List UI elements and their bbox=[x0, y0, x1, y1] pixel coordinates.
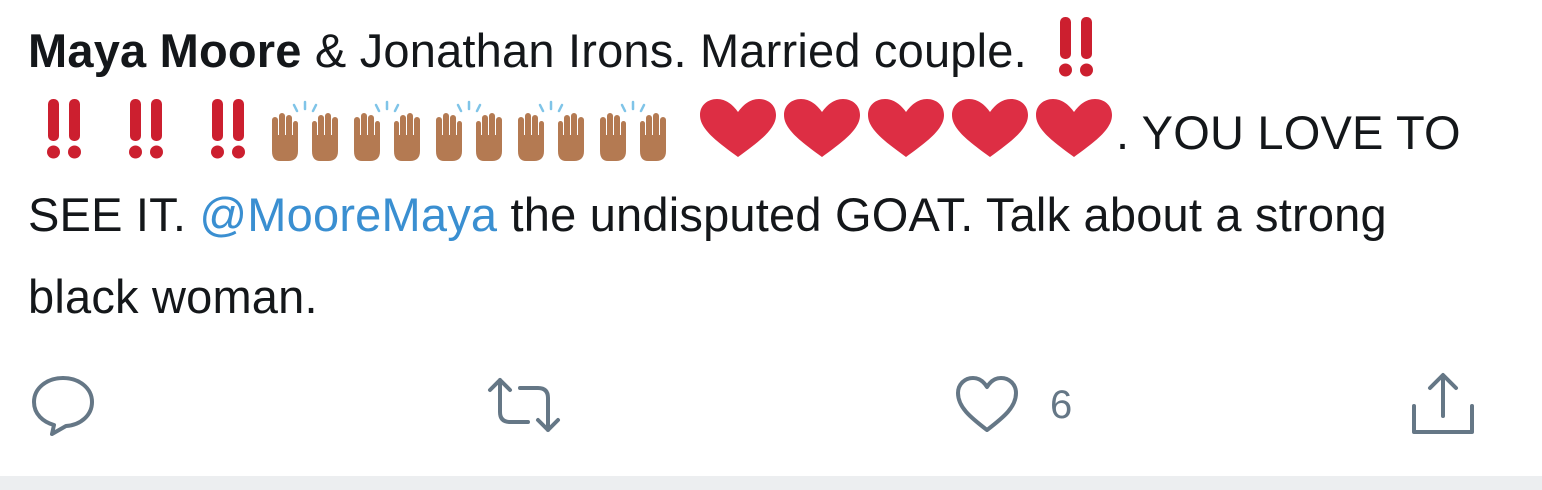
author-name[interactable]: Maya Moore bbox=[28, 24, 302, 77]
tweet: Maya Moore & Jonathan Irons. Married cou… bbox=[0, 0, 1542, 490]
divider bbox=[0, 476, 1542, 490]
heart-outline-icon bbox=[954, 372, 1020, 438]
reply-icon bbox=[30, 372, 96, 438]
tweet-text: Maya Moore & Jonathan Irons. Married cou… bbox=[28, 10, 1508, 338]
raising-hands-icon bbox=[264, 99, 346, 163]
red-heart-icon bbox=[864, 97, 948, 161]
like-button[interactable]: 6 bbox=[954, 370, 1072, 440]
retweet-icon bbox=[484, 372, 564, 438]
raising-hands-icon bbox=[428, 99, 510, 163]
raising-hands-icon bbox=[592, 99, 674, 163]
raising-hands-icon bbox=[510, 99, 592, 163]
mention-link[interactable]: @MooreMaya bbox=[199, 188, 497, 241]
like-count: 6 bbox=[1050, 383, 1073, 427]
red-heart-icon bbox=[780, 97, 864, 161]
raising-hands-icon bbox=[346, 99, 428, 163]
double-exclamation-icon bbox=[206, 97, 250, 161]
tweet-actions: 6 bbox=[0, 370, 1542, 440]
tweet-text-segment: & Jonathan Irons. Married couple. bbox=[301, 24, 1041, 77]
double-exclamation-icon bbox=[1054, 15, 1098, 79]
red-heart-icon bbox=[948, 97, 1032, 161]
share-button[interactable] bbox=[1408, 370, 1478, 440]
double-exclamation-icon bbox=[124, 97, 168, 161]
share-icon bbox=[1408, 370, 1478, 440]
red-heart-icon bbox=[696, 97, 780, 161]
red-heart-icon bbox=[1032, 97, 1116, 161]
retweet-button[interactable] bbox=[484, 370, 564, 440]
double-exclamation-icon bbox=[42, 97, 86, 161]
reply-button[interactable] bbox=[30, 370, 96, 440]
